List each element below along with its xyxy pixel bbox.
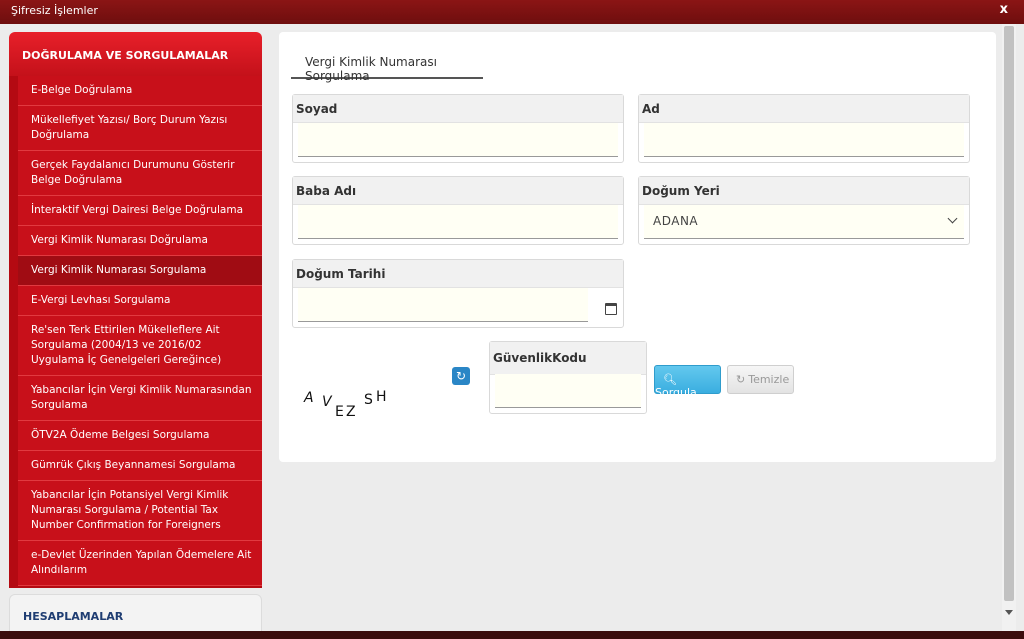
dogum-tarihi-label: Doğum Tarihi: [293, 260, 623, 288]
window-title: Şifresiz İşlemler: [11, 4, 98, 17]
scroll-down-icon[interactable]: [1005, 610, 1013, 615]
temizle-button[interactable]: ↻ Temizle: [727, 365, 794, 394]
captcha-char: E: [335, 404, 344, 420]
menu-item-interaktif[interactable]: İnteraktif Vergi Dairesi Belge Doğrulama: [18, 196, 262, 226]
scrollbar-thumb[interactable]: [1004, 26, 1014, 601]
captcha-char: S: [364, 392, 373, 408]
guvenlik-kodu-label: GüvenlikKodu: [490, 342, 646, 375]
menu-item-vkn-dogrulama[interactable]: Vergi Kimlik Numarası Doğrulama: [18, 226, 262, 256]
soyad-field: Soyad: [292, 94, 624, 163]
dogum-yeri-value: ADANA: [653, 214, 699, 228]
dogum-yeri-label: Doğum Yeri: [639, 177, 969, 205]
sidebar: DOĞRULAMA VE SORGULAMALAR E-Belge Doğrul…: [9, 32, 262, 638]
menu-item-resen-terk[interactable]: Re'sen Terk Ettirilen Mükelleflere Ait S…: [18, 316, 262, 376]
menu-item-e-vergi-levhasi[interactable]: E-Vergi Levhası Sorgulama: [18, 286, 262, 316]
dogum-yeri-field: Doğum Yeri ADANA: [638, 176, 970, 245]
dialog-body: DOĞRULAMA VE SORGULAMALAR E-Belge Doğrul…: [0, 24, 1024, 638]
baba-adi-field: Baba Adı: [292, 176, 624, 245]
sorgula-label: Sorgula: [655, 386, 697, 399]
soyad-label: Soyad: [293, 95, 623, 123]
bottom-bar: [0, 631, 1024, 639]
reset-icon: ↻: [736, 373, 746, 386]
captcha-char: Z: [346, 404, 356, 420]
dogum-tarihi-field: Doğum Tarihi: [292, 259, 624, 328]
menu-item-gumruk[interactable]: Gümrük Çıkış Beyannamesi Sorgulama: [18, 451, 262, 481]
captcha-char: H: [376, 389, 387, 405]
captcha-char: A: [303, 390, 314, 406]
menu-item-potansiyel-vkn[interactable]: Yabancılar İçin Potansiyel Vergi Kimlik …: [18, 481, 262, 541]
ad-label: Ad: [639, 95, 969, 123]
calendar-icon[interactable]: [605, 303, 617, 315]
accordion-body-dogrulama: E-Belge Doğrulama Mükellefiyet Yazısı/ B…: [9, 76, 262, 588]
menu-item-vkn-sorgulama[interactable]: Vergi Kimlik Numarası Sorgulama: [18, 256, 262, 286]
close-button[interactable]: x: [1000, 2, 1008, 17]
menu-item-yabancilar-vkn[interactable]: Yabancılar İçin Vergi Kimlik Numarasında…: [18, 376, 262, 421]
menu-item-e-devlet[interactable]: e-Devlet Üzerinden Yapılan Ödemelere Ait…: [18, 541, 262, 586]
captcha-char: V: [322, 394, 333, 410]
menu-item-mukellefiyet[interactable]: Mükellefiyet Yazısı/ Borç Durum Yazısı D…: [18, 106, 262, 151]
captcha-image: A V E Z S H: [303, 389, 387, 420]
search-icon: 🔍︎: [663, 373, 677, 386]
refresh-icon[interactable]: ↻: [452, 367, 470, 385]
guvenlik-kodu-field: GüvenlikKodu: [489, 341, 647, 414]
menu-item-gercek-faydalanici[interactable]: Gerçek Faydalanıcı Durumunu Gösterir Bel…: [18, 151, 262, 196]
accordion-header-dogrulama[interactable]: DOĞRULAMA VE SORGULAMALAR: [9, 32, 262, 76]
menu-item-otv2a[interactable]: ÖTV2A Ödeme Belgesi Sorgulama: [18, 421, 262, 451]
chevron-down-icon: [947, 213, 958, 224]
ad-input[interactable]: [644, 123, 964, 157]
soyad-input[interactable]: [298, 123, 618, 157]
tab-vkn-sorgulama[interactable]: Vergi Kimlik Numarası Sorgulama: [291, 47, 483, 83]
baba-adi-label: Baba Adı: [293, 177, 623, 205]
dogum-tarihi-input[interactable]: [298, 288, 588, 322]
temizle-label: Temizle: [748, 373, 790, 386]
dogum-yeri-select[interactable]: ADANA: [644, 205, 964, 239]
baba-adi-input[interactable]: [298, 205, 618, 239]
ad-field: Ad: [638, 94, 970, 163]
guvenlik-kodu-input[interactable]: [495, 374, 641, 408]
title-bar: Şifresiz İşlemler x: [0, 0, 1024, 24]
sorgula-button[interactable]: 🔍︎Sorgula: [654, 365, 721, 399]
menu-item-e-belge[interactable]: E-Belge Doğrulama: [18, 76, 262, 106]
